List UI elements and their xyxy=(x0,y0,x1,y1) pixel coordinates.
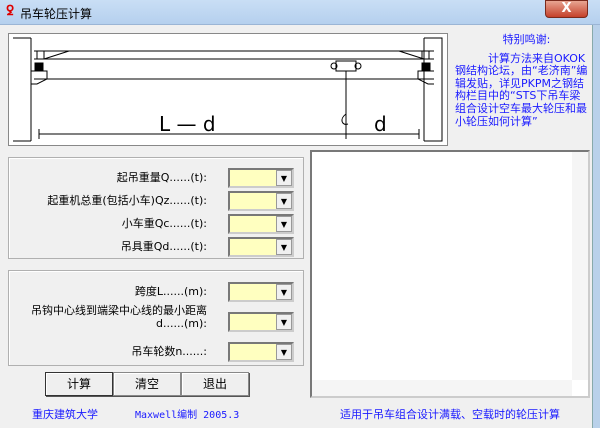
chevron-down-icon[interactable]: ▼ xyxy=(276,239,292,255)
trolley-weight-combo[interactable]: ▼ xyxy=(228,214,294,234)
acknowledgement-panel: 特别鸣谢: 计算方法来自OKOK钢结构论坛，由“老济南”编辑发贴，详见PKPM之… xyxy=(455,33,590,128)
load-input-group: 起吊重量Q......(t): ▼ 起重机总重(包括小车)Qz......(t):… xyxy=(8,157,304,259)
acknowledgement-text: 计算方法来自OKOK钢结构论坛，由“老济南”编辑发贴，详见PKPM之钢结构栏目中… xyxy=(455,51,588,128)
wheel-count-label: 吊车轮数n......: xyxy=(131,345,207,358)
spreader-weight-label: 吊具重Qd......(t): xyxy=(120,240,207,253)
label-l-minus-d: L — d xyxy=(159,112,216,136)
clear-button[interactable]: 清空 xyxy=(113,372,181,396)
lifting-weight-row: 起吊重量Q......(t): ▼ xyxy=(9,168,303,188)
spreader-weight-combo[interactable]: ▼ xyxy=(228,237,294,257)
hook-distance-combo[interactable]: ▼ xyxy=(228,312,294,332)
lifting-weight-combo[interactable]: ▼ xyxy=(228,168,294,188)
horizontal-scrollbar[interactable] xyxy=(312,380,572,396)
title-bar: ꝿ 吊车轮压计算 X xyxy=(0,0,600,25)
result-textarea[interactable] xyxy=(310,150,590,398)
vertical-scrollbar[interactable] xyxy=(572,152,588,380)
footer-author: Maxwell编制 2005.3 xyxy=(135,410,240,421)
hook-distance-label: 吊钩中心线到端梁中心线的最小距离 d......(m): xyxy=(31,304,207,330)
chevron-down-icon[interactable]: ▼ xyxy=(276,170,292,186)
trolley-weight-row: 小车重Qc......(t): ▼ xyxy=(9,214,303,234)
label-d: d xyxy=(374,112,387,136)
chevron-down-icon[interactable]: ▼ xyxy=(276,284,292,300)
exit-button[interactable]: 退出 xyxy=(181,372,249,396)
wheel-count-row: 吊车轮数n......: ▼ xyxy=(9,342,303,362)
acknowledgement-title: 特别鸣谢: xyxy=(502,33,551,46)
crane-total-weight-label: 起重机总重(包括小车)Qz......(t): xyxy=(47,194,207,207)
app-icon: ꝿ xyxy=(6,4,14,19)
hook-distance-row: 吊钩中心线到端梁中心线的最小距离 d......(m): ▼ xyxy=(9,304,303,332)
lifting-weight-label: 起吊重量Q......(t): xyxy=(116,171,207,184)
span-combo[interactable]: ▼ xyxy=(228,282,294,302)
chevron-down-icon[interactable]: ▼ xyxy=(276,314,292,330)
crane-total-weight-combo[interactable]: ▼ xyxy=(228,191,294,211)
footer-school: 重庆建筑大学 xyxy=(32,408,98,421)
footer-usage: 适用于吊车组合设计满载、空载时的轮压计算 xyxy=(340,408,560,421)
chevron-down-icon[interactable]: ▼ xyxy=(276,193,292,209)
chevron-down-icon[interactable]: ▼ xyxy=(276,344,292,360)
close-button[interactable]: X xyxy=(545,0,588,18)
trolley-weight-label: 小车重Qc......(t): xyxy=(121,217,207,230)
window-border xyxy=(592,25,600,428)
spreader-weight-row: 吊具重Qd......(t): ▼ xyxy=(9,237,303,257)
window-title: 吊车轮压计算 xyxy=(20,7,93,21)
span-label: 跨度L......(m): xyxy=(134,285,207,298)
span-row: 跨度L......(m): ▼ xyxy=(9,282,303,302)
wheel-count-combo[interactable]: ▼ xyxy=(228,342,294,362)
crane-diagram: L — d d xyxy=(8,33,448,146)
chevron-down-icon[interactable]: ▼ xyxy=(276,216,292,232)
crane-total-weight-row: 起重机总重(包括小车)Qz......(t): ▼ xyxy=(9,191,303,211)
calculate-button[interactable]: 计算 xyxy=(45,372,113,396)
geometry-input-group: 跨度L......(m): ▼ 吊钩中心线到端梁中心线的最小距离 d......(… xyxy=(8,270,304,366)
